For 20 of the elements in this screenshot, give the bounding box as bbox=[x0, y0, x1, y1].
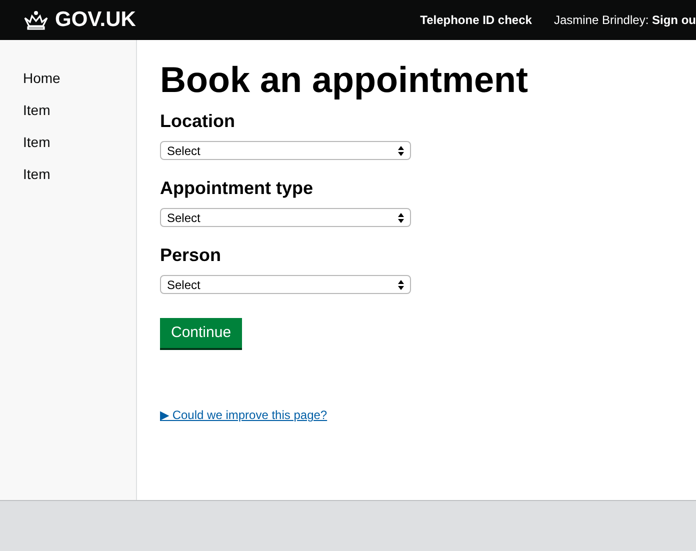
sidebar-item[interactable]: Item bbox=[23, 101, 136, 120]
sidebar-item[interactable]: Item bbox=[23, 133, 136, 152]
service-name[interactable]: Telephone ID check bbox=[420, 11, 532, 29]
field-label: Location bbox=[160, 110, 236, 132]
select-dropdown[interactable]: Select bbox=[160, 208, 411, 227]
user-sign-out-text[interactable]: Jasmine Brindley: Sign ou bbox=[554, 11, 696, 29]
field-label: Appointment type bbox=[160, 177, 314, 199]
up-down-arrow-icon bbox=[398, 146, 404, 156]
select-dropdown[interactable]: Select bbox=[160, 141, 411, 160]
up-down-arrow-icon bbox=[398, 280, 404, 290]
up-down-arrow-icon bbox=[398, 212, 404, 222]
crown-icon bbox=[23, 10, 49, 30]
continue-button[interactable]: Continue bbox=[160, 318, 242, 348]
field-label: Person bbox=[160, 244, 222, 266]
page-title: Book an appointment bbox=[160, 60, 528, 100]
sidebar-item[interactable]: Home bbox=[23, 69, 136, 88]
select-dropdown[interactable]: Select bbox=[160, 275, 411, 294]
logo-text[interactable]: GOV.UK bbox=[55, 4, 136, 36]
feedback-link[interactable]: ▶ Could we improve this page? bbox=[160, 408, 328, 422]
sidebar-item[interactable]: Item bbox=[23, 165, 136, 184]
